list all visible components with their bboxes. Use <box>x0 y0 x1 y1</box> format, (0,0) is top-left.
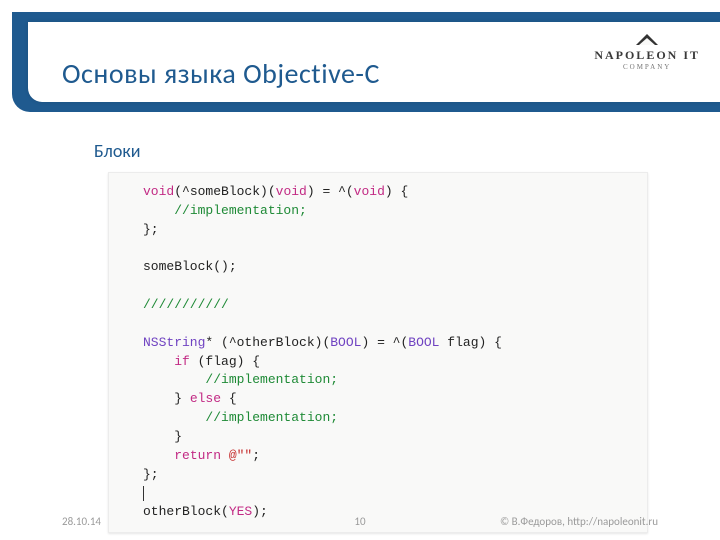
code-token: ) { <box>385 184 408 199</box>
logo-subtext: COMPANY <box>594 63 700 71</box>
code-token: flag) { <box>440 335 502 350</box>
bullet-text: Блоки <box>94 140 140 162</box>
code-token: NSString <box>143 335 205 350</box>
code-comment: /////////// <box>143 297 229 312</box>
company-logo: NAPOLEON IT COMPANY <box>594 32 700 71</box>
code-comment: //implementation; <box>174 203 307 218</box>
code-token: void <box>143 184 174 199</box>
code-comment: //implementation; <box>205 372 338 387</box>
code-token: { <box>221 391 237 406</box>
page-title: Основы языка Objective-C <box>62 56 380 91</box>
logo-text: NAPOLEON IT <box>594 48 700 63</box>
code-comment: //implementation; <box>205 410 338 425</box>
bullet-item: Блоки <box>82 140 660 162</box>
code-token: someBlock(); <box>143 259 237 274</box>
code-token: }; <box>143 467 159 482</box>
code-token: else <box>190 391 221 406</box>
code-token: @"" <box>221 448 252 463</box>
code-token: ; <box>252 448 260 463</box>
code-token: BOOL <box>408 335 439 350</box>
logo-mark-icon <box>594 32 700 46</box>
code-token: ) = ^( <box>361 335 408 350</box>
footer: 28.10.14 10 © В.Федоров, http://napoleon… <box>0 515 720 528</box>
code-token: return <box>174 448 221 463</box>
code-token: if <box>174 354 190 369</box>
code-token: * (^otherBlock)( <box>205 335 330 350</box>
code-token: ) = ^( <box>307 184 354 199</box>
content-area: Блоки void(^someBlock)(void) = ^(void) {… <box>68 140 660 533</box>
code-block: void(^someBlock)(void) = ^(void) { //imp… <box>108 172 648 533</box>
code-token: void <box>354 184 385 199</box>
code-token: BOOL <box>330 335 361 350</box>
text-cursor-icon <box>143 486 144 501</box>
code-token: } <box>174 391 190 406</box>
code-token: (flag) { <box>190 354 260 369</box>
code-token: }; <box>143 222 159 237</box>
footer-page-number: 10 <box>0 515 720 528</box>
code-token: } <box>174 429 182 444</box>
code-token: void <box>276 184 307 199</box>
code-token: (^someBlock)( <box>174 184 275 199</box>
